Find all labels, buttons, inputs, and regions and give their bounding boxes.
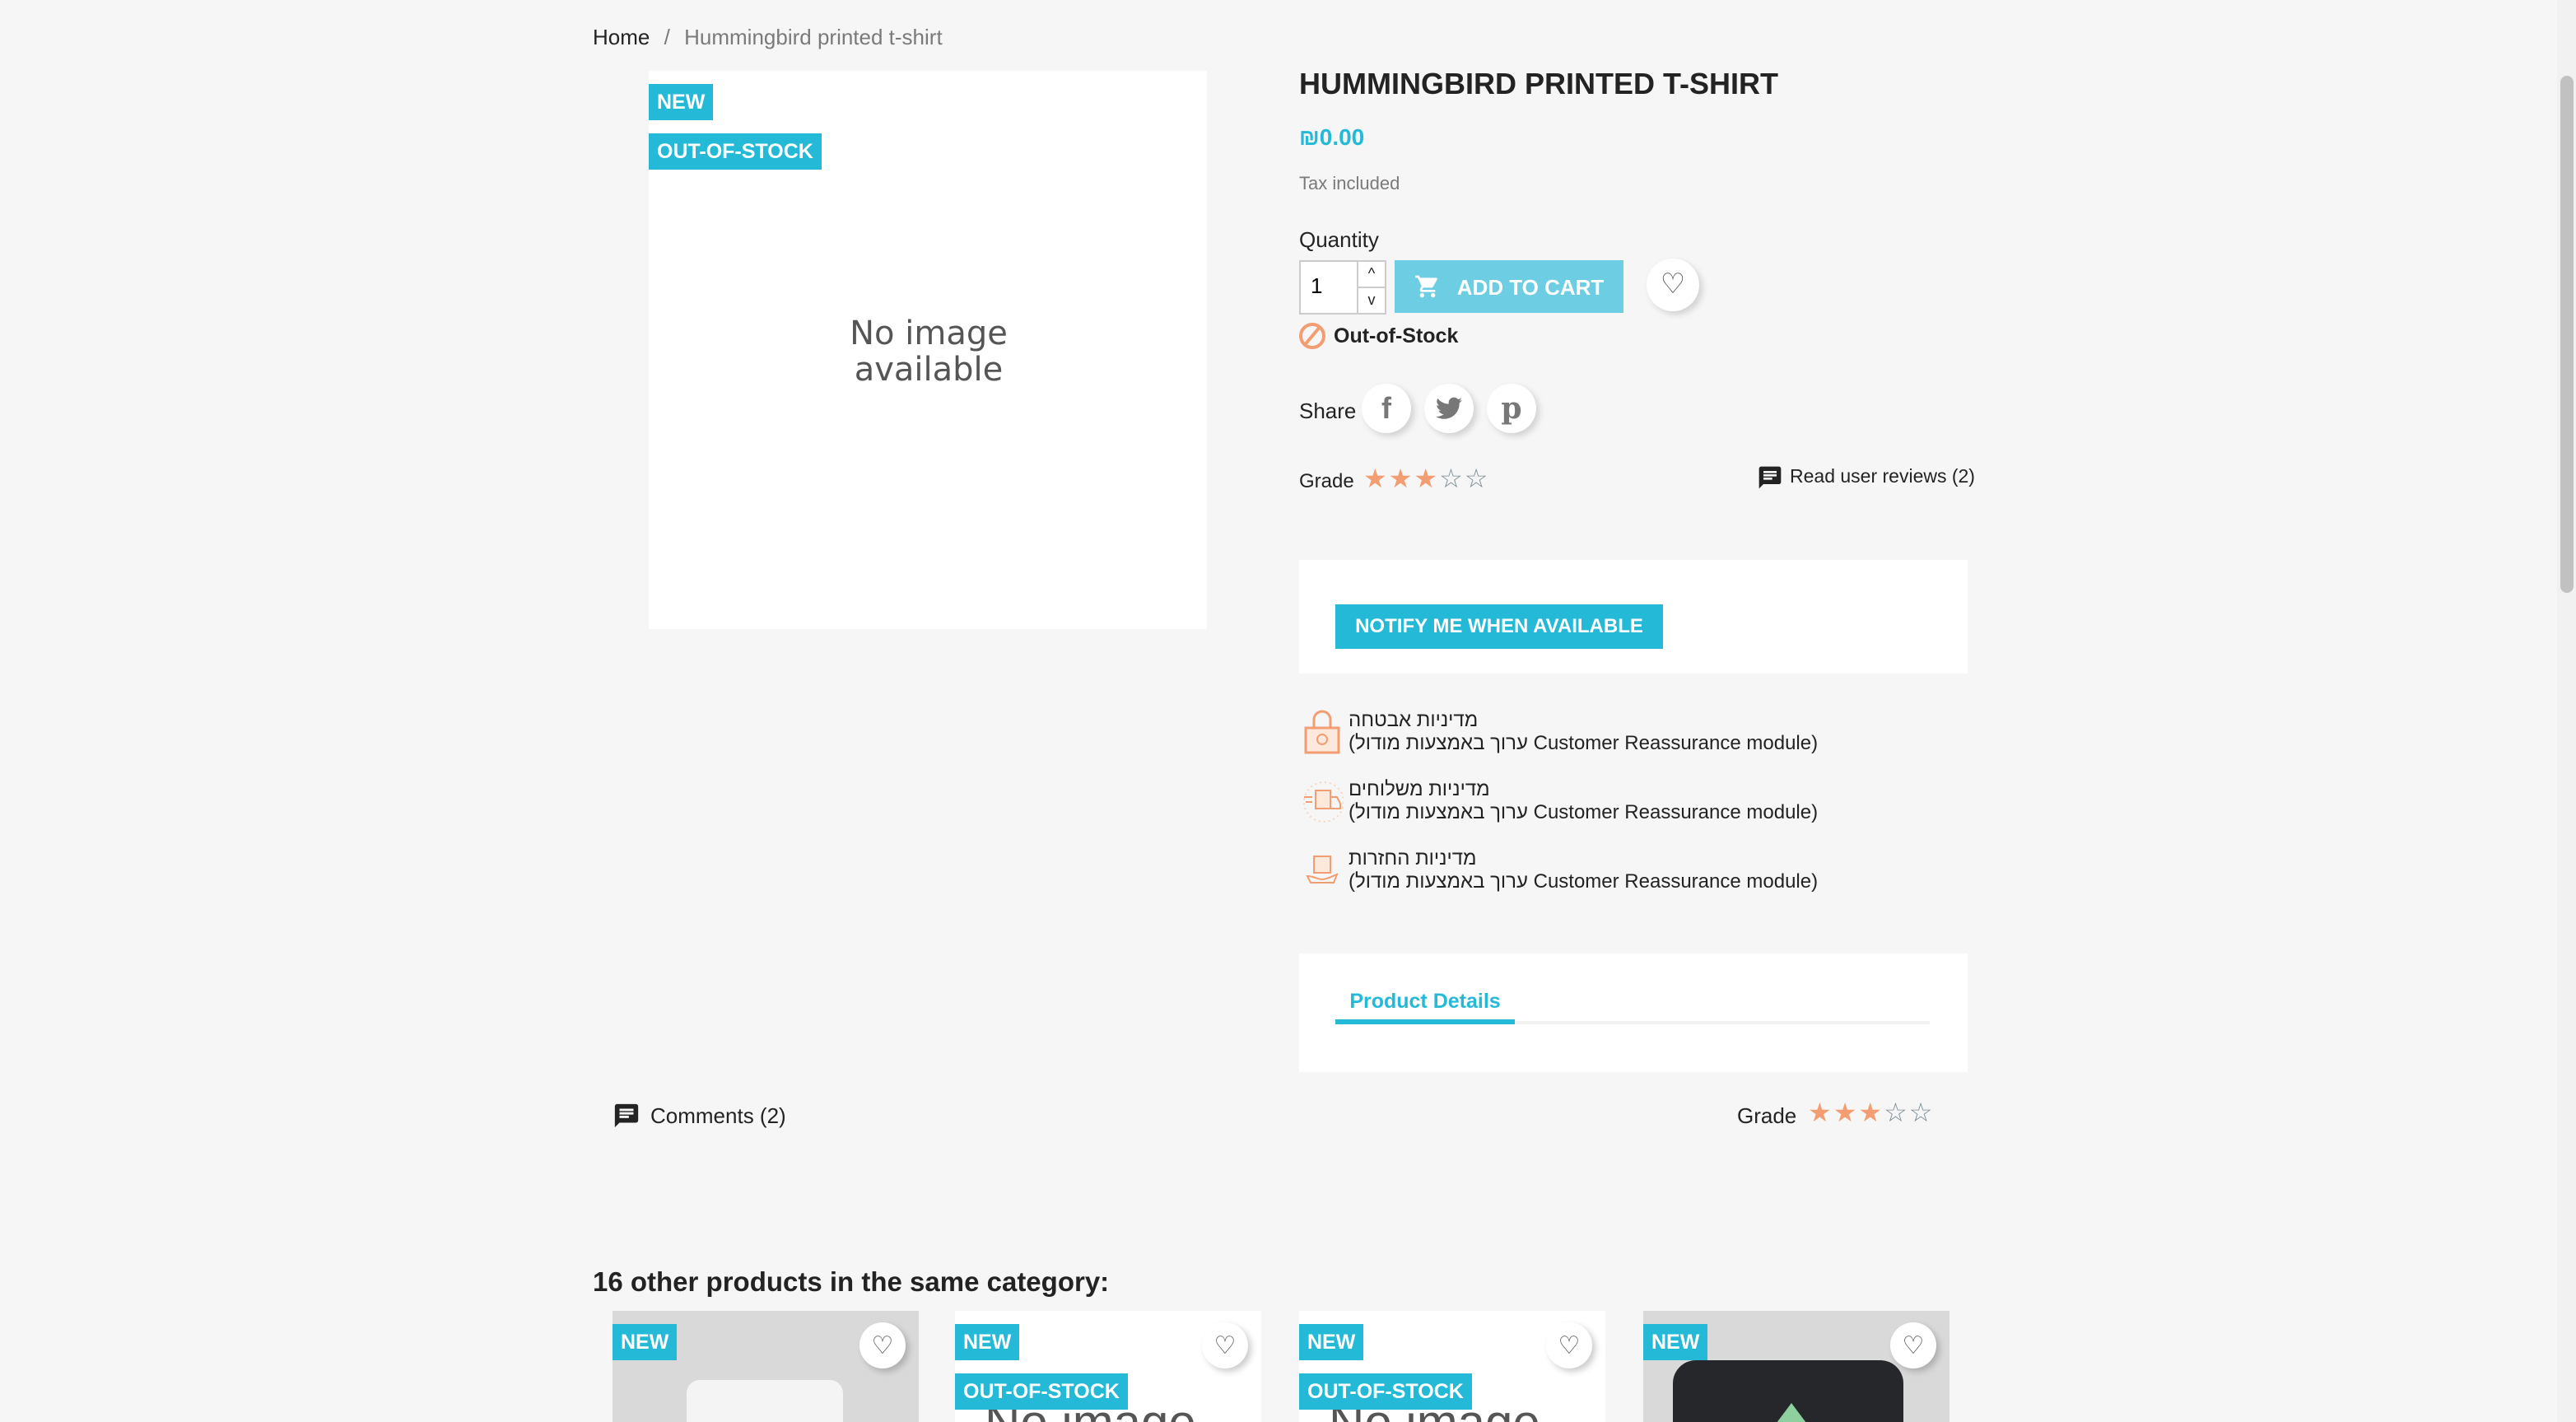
lock-icon bbox=[1304, 710, 1340, 754]
star-full-icon: ★ bbox=[1808, 1100, 1832, 1128]
heart-icon: ♡ bbox=[1902, 1332, 1925, 1360]
star-full-icon: ★ bbox=[1363, 466, 1387, 494]
stock-status-text: Out-of-Stock bbox=[1334, 324, 1459, 347]
product-price: ₪0.00 bbox=[1299, 124, 1365, 150]
return-box-icon bbox=[1306, 856, 1339, 884]
new-badge: NEW bbox=[1299, 1324, 1364, 1360]
mug-image bbox=[687, 1380, 843, 1422]
product-image[interactable]: NEW OUT-OF-STOCK No image available bbox=[649, 71, 1207, 629]
cart-icon bbox=[1415, 275, 1437, 298]
wishlist-button[interactable]: ♡ bbox=[1647, 259, 1699, 311]
reassurance-text: (ערוך באמצעות מודול Customer Reassurance… bbox=[1349, 870, 1819, 893]
product-tabs-panel: Product Details bbox=[1299, 953, 1968, 1072]
new-badge: NEW bbox=[613, 1324, 678, 1360]
comment-icon bbox=[614, 1103, 639, 1128]
facebook-icon: f bbox=[1381, 391, 1391, 424]
breadcrumb-current: Hummingbird printed t-shirt bbox=[684, 25, 943, 49]
product-title: HUMMINGBIRD PRINTED T-SHIRT bbox=[1299, 68, 1778, 100]
notify-panel: NOTIFY ME WHEN AVAILABLE bbox=[1299, 560, 1968, 674]
wishlist-button[interactable]: ♡ bbox=[1546, 1322, 1592, 1368]
wishlist-button[interactable]: ♡ bbox=[1890, 1322, 1936, 1368]
unavailable-icon bbox=[1299, 323, 1325, 349]
product-card-pillow[interactable]: NEW ♡ bbox=[1643, 1311, 1949, 1422]
comments-grade-label: Grade bbox=[1737, 1103, 1797, 1128]
pinterest-icon: p bbox=[1501, 391, 1522, 426]
tax-label: Tax included bbox=[1299, 175, 1400, 194]
wishlist-button[interactable]: ♡ bbox=[859, 1322, 906, 1368]
new-badge: NEW bbox=[649, 84, 714, 120]
heart-icon: ♡ bbox=[1558, 1332, 1581, 1360]
add-to-cart-label: ADD TO CART bbox=[1456, 274, 1605, 299]
reassurance-title: מדיניות משלוחים bbox=[1349, 777, 1490, 800]
heart-icon: ♡ bbox=[1213, 1332, 1237, 1360]
read-reviews-link[interactable]: Read user reviews (2) bbox=[1757, 464, 1975, 491]
star-empty-icon: ☆ bbox=[1439, 466, 1463, 494]
heart-icon: ♡ bbox=[1660, 268, 1686, 300]
product-rating-stars: ★ ★ ★ ☆ ☆ bbox=[1363, 463, 1489, 496]
breadcrumb-home-link[interactable]: Home bbox=[593, 25, 650, 49]
share-label: Share bbox=[1299, 399, 1357, 423]
star-full-icon: ★ bbox=[1858, 1100, 1883, 1128]
product-card[interactable]: No image NEW OUT-OF-STOCK ♡ bbox=[955, 1311, 1261, 1422]
comments-rating-stars: ★ ★ ★ ☆ ☆ bbox=[1808, 1097, 1934, 1130]
share-twitter-button[interactable] bbox=[1424, 384, 1474, 433]
twitter-icon bbox=[1436, 397, 1462, 419]
reassurance-text: (ערוך באמצעות מודול Customer Reassurance… bbox=[1349, 800, 1819, 823]
no-image-text: No image available bbox=[850, 313, 1008, 389]
breadcrumb: Home / Hummingbird printed t-shirt bbox=[593, 25, 943, 49]
star-empty-icon: ☆ bbox=[1908, 1100, 1933, 1128]
new-badge: NEW bbox=[1643, 1324, 1708, 1360]
quantity-decrease-button[interactable]: v bbox=[1357, 288, 1385, 313]
star-full-icon: ★ bbox=[1833, 1100, 1857, 1128]
stock-status: Out-of-Stock bbox=[1299, 323, 1458, 349]
product-card[interactable]: No image NEW OUT-OF-STOCK ♡ bbox=[1299, 1311, 1605, 1422]
star-full-icon: ★ bbox=[1388, 466, 1413, 494]
related-products-title: 16 other products in the same category: bbox=[593, 1268, 1110, 1298]
star-empty-icon: ☆ bbox=[1464, 466, 1488, 494]
share-pinterest-button[interactable]: p bbox=[1487, 384, 1536, 433]
star-full-icon: ★ bbox=[1414, 466, 1438, 494]
wishlist-button[interactable]: ♡ bbox=[1202, 1322, 1248, 1368]
add-to-cart-button[interactable]: ADD TO CART bbox=[1395, 260, 1623, 313]
scrollbar-thumb[interactable] bbox=[2560, 76, 2574, 593]
out-of-stock-badge: OUT-OF-STOCK bbox=[955, 1373, 1128, 1410]
reassurance-title: מדיניות אבטחה bbox=[1349, 708, 1479, 731]
scrollbar[interactable] bbox=[2557, 0, 2576, 1422]
comments-header: Comments (2) bbox=[613, 1102, 786, 1130]
grade-label: Grade bbox=[1299, 469, 1354, 492]
quantity-increase-button[interactable]: ^ bbox=[1357, 262, 1385, 288]
new-badge: NEW bbox=[955, 1324, 1020, 1360]
truck-icon bbox=[1303, 781, 1344, 823]
quantity-stepper: ^ v bbox=[1299, 260, 1386, 315]
quantity-label: Quantity bbox=[1299, 227, 1379, 252]
heart-icon: ♡ bbox=[871, 1332, 894, 1360]
tab-product-details[interactable]: Product Details bbox=[1335, 986, 1515, 1024]
notify-me-button[interactable]: NOTIFY ME WHEN AVAILABLE bbox=[1335, 604, 1663, 649]
pillow-print bbox=[1772, 1403, 1811, 1422]
star-empty-icon: ☆ bbox=[1884, 1100, 1908, 1128]
reassurance-text: (ערוך באמצעות מודול Customer Reassurance… bbox=[1349, 731, 1819, 754]
out-of-stock-badge: OUT-OF-STOCK bbox=[1299, 1373, 1472, 1410]
quantity-input[interactable] bbox=[1301, 262, 1360, 310]
product-card-mug[interactable]: NEW ♡ bbox=[613, 1311, 919, 1422]
reassurance-title: מדיניות החזרות bbox=[1349, 846, 1477, 870]
out-of-stock-badge: OUT-OF-STOCK bbox=[649, 133, 822, 170]
comment-icon bbox=[1758, 466, 1782, 489]
comments-count: Comments (2) bbox=[650, 1103, 786, 1128]
share-facebook-button[interactable]: f bbox=[1362, 384, 1411, 433]
breadcrumb-separator: / bbox=[664, 25, 670, 49]
read-reviews-text: Read user reviews (2) bbox=[1790, 468, 1975, 487]
tab-product-details-label: Product Details bbox=[1349, 990, 1501, 1013]
